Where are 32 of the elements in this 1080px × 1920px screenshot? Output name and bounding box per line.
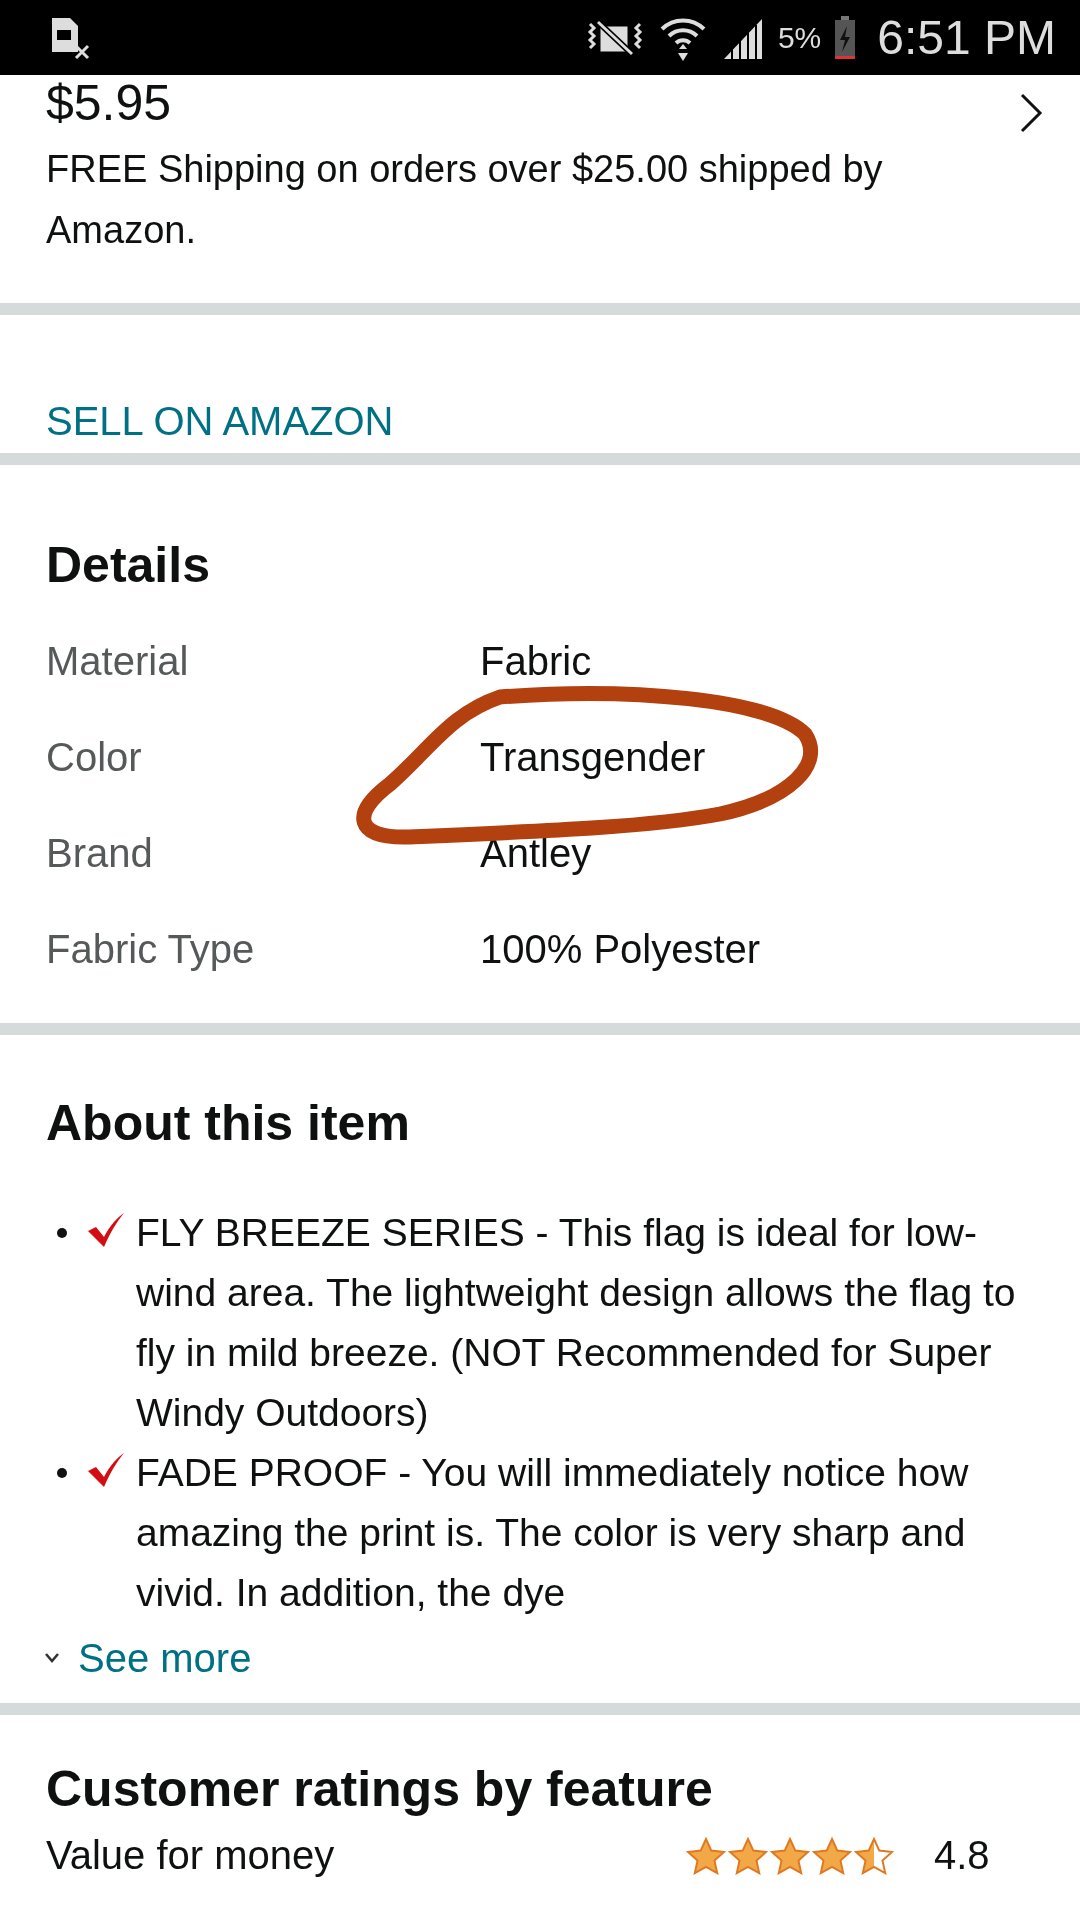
section-heading: About this item bbox=[46, 1094, 411, 1153]
star-icon bbox=[854, 1836, 894, 1875]
detail-value: Fabric bbox=[480, 638, 593, 685]
battery-icon bbox=[833, 15, 858, 60]
star-icon bbox=[686, 1836, 726, 1875]
rating-score: 4.8 bbox=[934, 1833, 990, 1878]
feature-name: Value for money bbox=[46, 1833, 336, 1878]
see-more-link[interactable]: See more bbox=[44, 1633, 252, 1683]
section-heading: Details bbox=[46, 536, 211, 595]
price: $5.95 bbox=[46, 75, 172, 131]
clock: 6:51 PM bbox=[877, 10, 1056, 65]
bullet-text: FLY BREEZE SERIES - This flag is ideal for low-wind area. The lightweight design allows the flag to fly in mild breeze. (NOT Recommended for Super Windy Outdoors) bbox=[136, 1210, 1016, 1436]
chevron-down-icon bbox=[44, 1652, 60, 1664]
section-heading: Customer ratings by feature bbox=[46, 1760, 714, 1819]
bullet-text: FADE PROOF - You will immediately notice how amazing the print is. The color is very sharp and vivid. In addition, the dye bbox=[136, 1450, 970, 1616]
sell-link[interactable]: SELL ON AMAZON bbox=[46, 397, 394, 445]
star-icon bbox=[770, 1836, 810, 1875]
detail-label: Color bbox=[46, 734, 143, 781]
bullet-dot-icon bbox=[56, 1467, 68, 1479]
detail-label: Brand bbox=[46, 830, 154, 877]
star-icon bbox=[812, 1836, 852, 1875]
checkmark-icon bbox=[86, 1453, 126, 1487]
checkmark-icon bbox=[86, 1213, 126, 1247]
detail-value: Transgender bbox=[480, 734, 707, 781]
battery-percent: 5% bbox=[777, 20, 822, 55]
detail-value: Antley bbox=[480, 830, 593, 877]
detail-label: Material bbox=[46, 638, 190, 685]
detail-label: Fabric Type bbox=[46, 926, 256, 973]
detail-value: 100% Polyester bbox=[480, 926, 761, 973]
star-icon bbox=[728, 1836, 768, 1875]
shipping-note: FREE Shipping on orders over $25.00 shipped by Amazon. bbox=[46, 147, 884, 253]
bullet-dot-icon bbox=[56, 1227, 68, 1239]
